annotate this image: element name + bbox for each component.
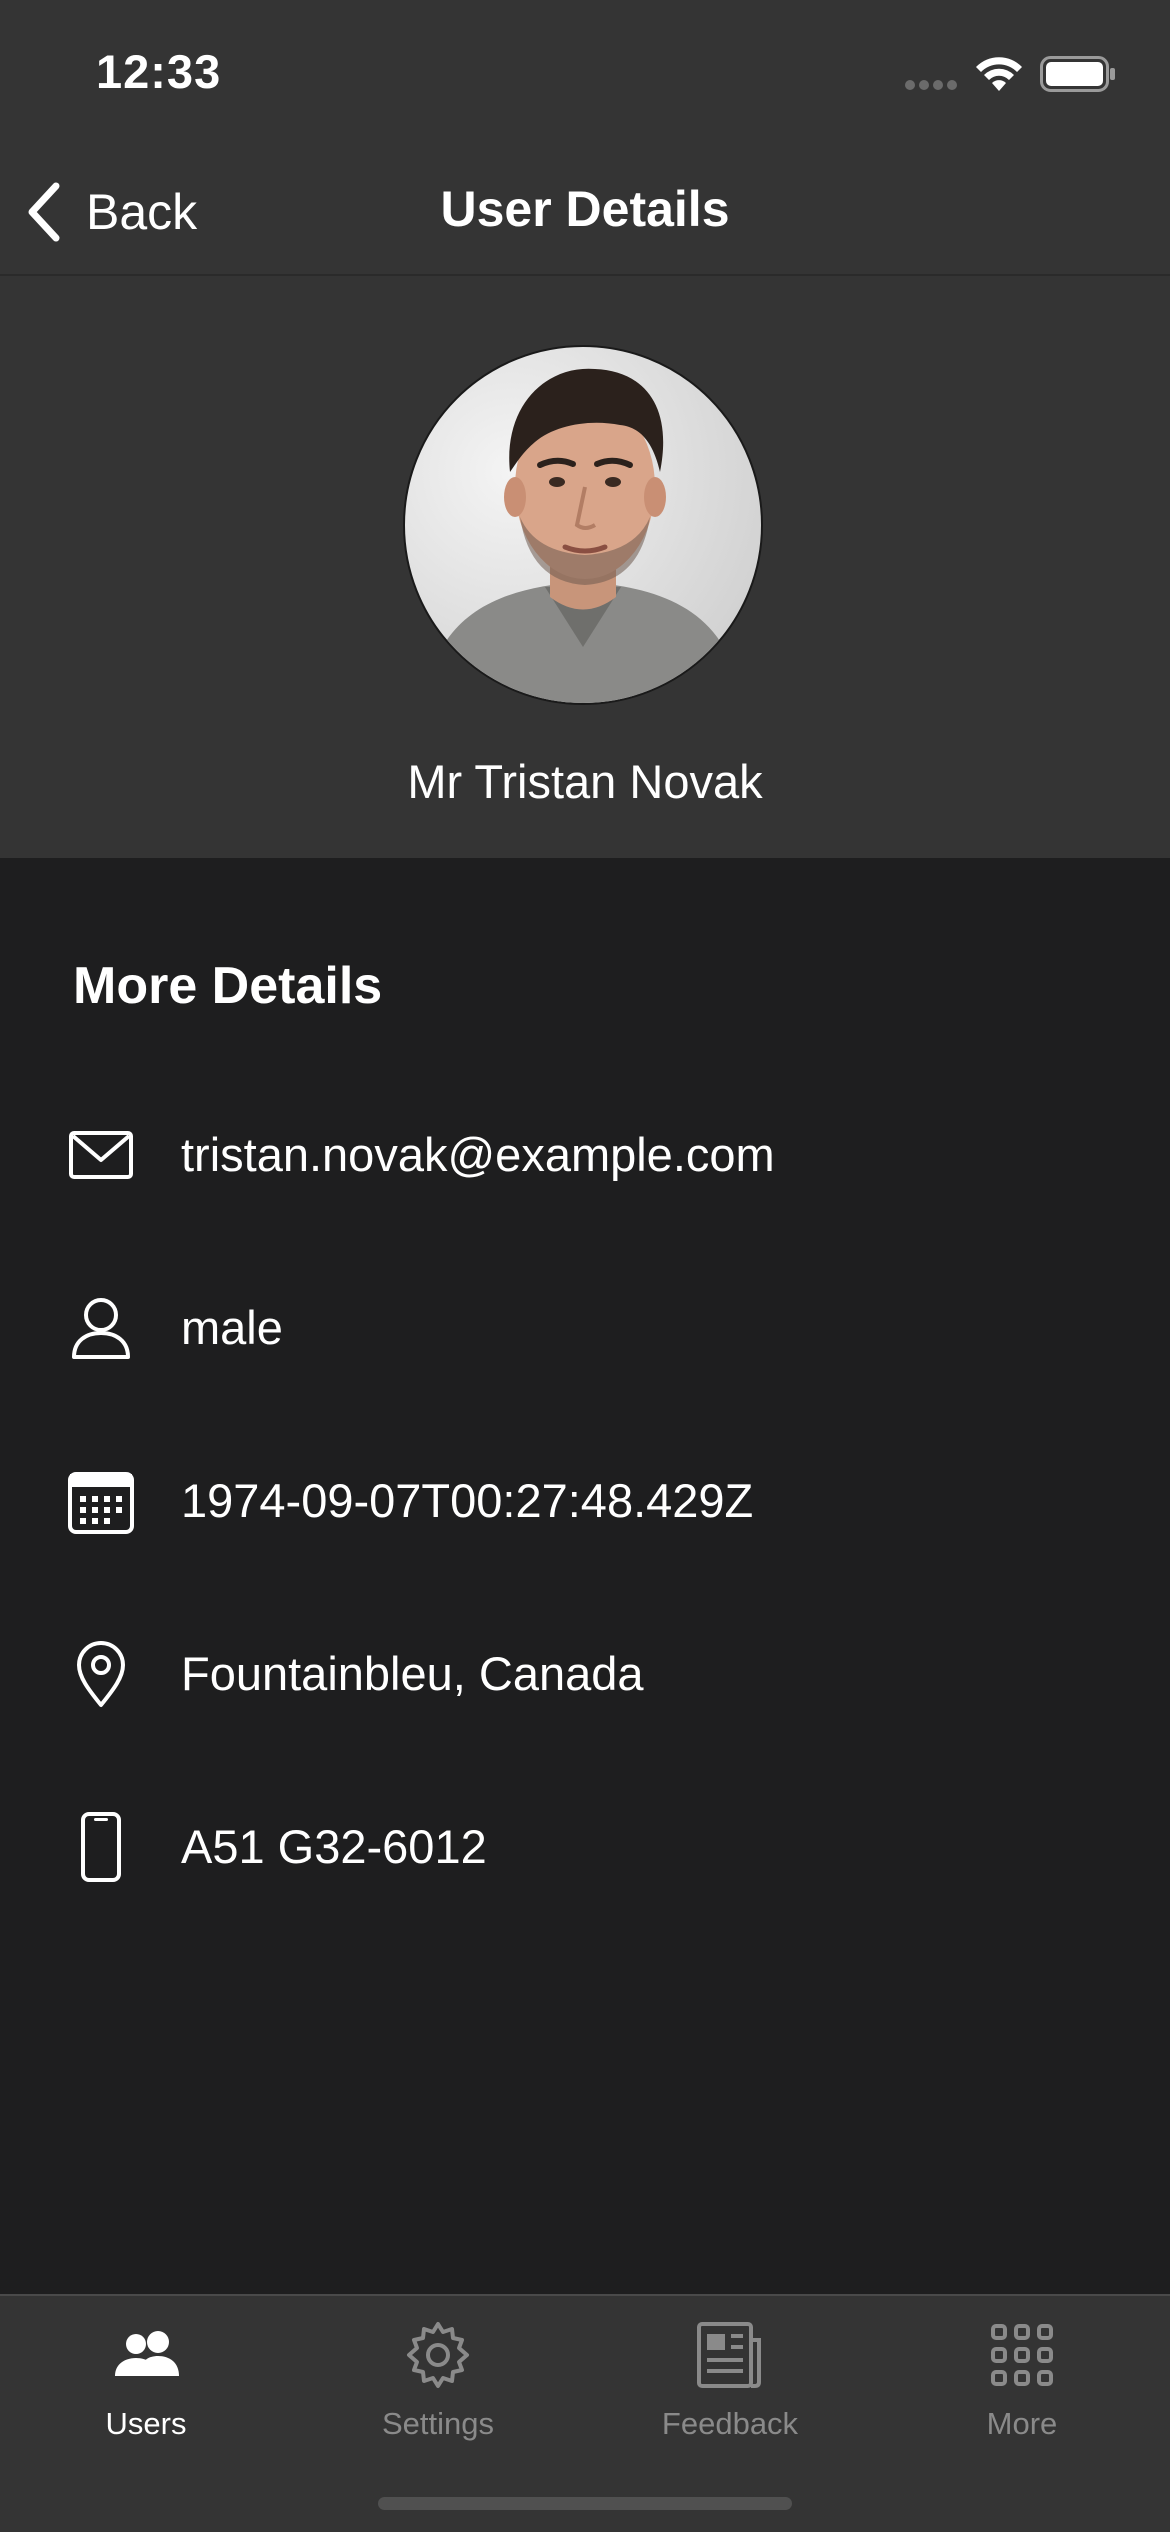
detail-value-gender: male — [181, 1301, 283, 1354]
profile-name: Mr Tristan Novak — [407, 755, 763, 808]
tab-bar: Users Settings Feedback More — [0, 2294, 1170, 2532]
details-heading: More Details — [73, 957, 383, 1015]
details-section: More Details tristan.novak@example.com m… — [0, 858, 1170, 2294]
newspaper-icon — [697, 2322, 761, 2388]
detail-row-location[interactable]: Fountainbleu, Canada — [0, 1619, 1170, 1729]
tab-feedback-label: Feedback — [661, 2406, 799, 2441]
phone-icon — [81, 1812, 121, 1882]
tab-users-label: Users — [105, 2406, 187, 2441]
profile-header: Mr Tristan Novak — [0, 276, 1170, 858]
home-indicator[interactable] — [378, 2497, 792, 2510]
tab-feedback[interactable]: Feedback — [584, 2296, 876, 2466]
location-pin-icon — [77, 1641, 125, 1707]
grid-icon — [991, 2324, 1053, 2386]
page-title: User Details — [440, 181, 730, 237]
users-icon — [115, 2331, 179, 2376]
envelope-icon — [69, 1131, 133, 1179]
status-bar: 12:33 — [0, 0, 1170, 150]
detail-row-email[interactable]: tristan.novak@example.com — [0, 1100, 1170, 1210]
status-time: 12:33 — [96, 45, 222, 98]
detail-value-phone: A51 G32-6012 — [181, 1820, 487, 1873]
tab-more[interactable]: More — [876, 2296, 1168, 2466]
detail-value-email: tristan.novak@example.com — [181, 1128, 775, 1181]
tab-settings-label: Settings — [381, 2406, 494, 2441]
detail-row-gender[interactable]: male — [0, 1273, 1170, 1383]
detail-row-dob[interactable]: 1974-09-07T00:27:48.429Z — [0, 1446, 1170, 1556]
navigation-bar: Back User Details — [0, 150, 1170, 276]
signal-icon — [905, 80, 959, 90]
detail-value-location: Fountainbleu, Canada — [181, 1647, 644, 1700]
detail-value-dob: 1974-09-07T00:27:48.429Z — [181, 1474, 754, 1527]
avatar — [403, 345, 763, 705]
tab-settings[interactable]: Settings — [292, 2296, 584, 2466]
tab-users[interactable]: Users — [0, 2296, 292, 2466]
detail-row-phone[interactable]: A51 G32-6012 — [0, 1792, 1170, 1902]
tab-more-label: More — [986, 2406, 1058, 2441]
avatar-photo — [425, 368, 741, 703]
gear-icon — [407, 2322, 469, 2388]
battery-icon — [1040, 56, 1115, 92]
user-details-screen: 12:33 Back User Details Mr Tristan Novak… — [0, 0, 1170, 2532]
calendar-icon — [68, 1472, 134, 1534]
wifi-icon — [976, 57, 1022, 91]
person-icon — [72, 1298, 130, 1359]
